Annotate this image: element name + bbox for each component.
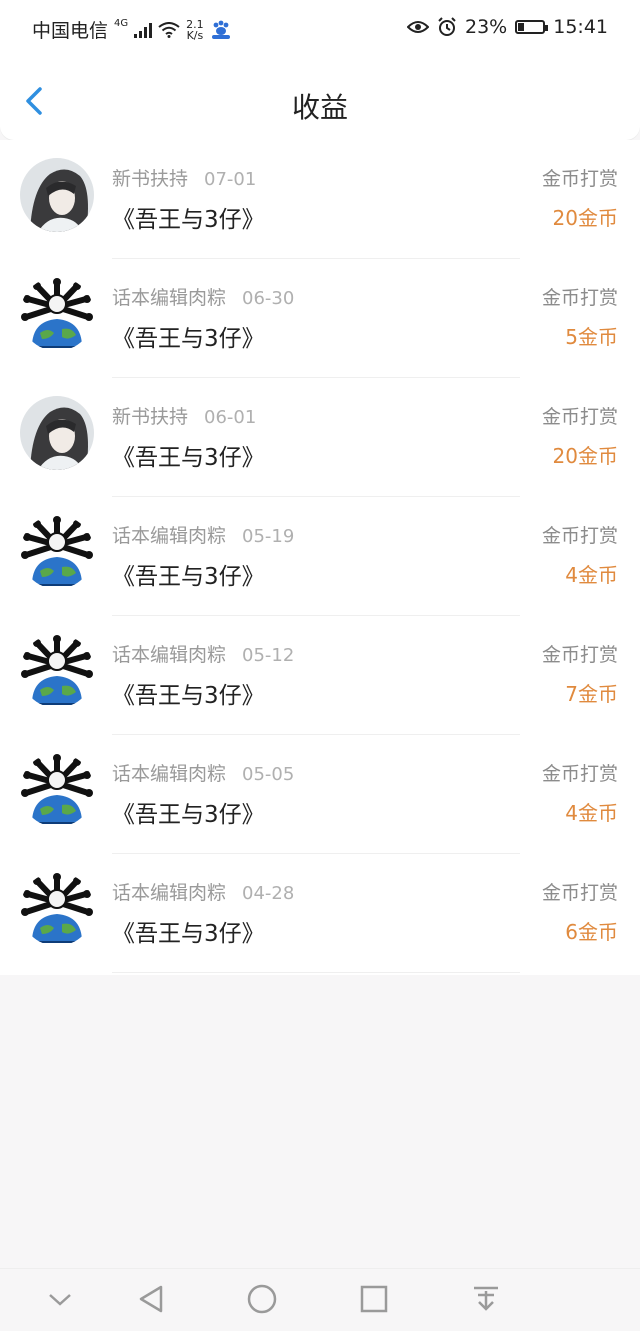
list-item[interactable]: 新书扶持 06-01 《吾王与3仔》 金币打赏 20金币 [0, 378, 640, 497]
earning-date: 06-30 [242, 288, 295, 309]
source-name: 新书扶持 [112, 168, 189, 190]
source-name: 话本编辑肉粽 [112, 882, 227, 904]
avatar [20, 158, 94, 232]
book-title: 《吾王与3仔》 [112, 921, 265, 947]
earning-date: 06-01 [204, 407, 257, 428]
earning-date: 05-05 [242, 764, 295, 785]
avatar [20, 634, 94, 708]
reward-type: 金币打赏 [541, 168, 618, 190]
speed-indicator: 2.1 K/s [186, 19, 204, 41]
earning-source: 话本编辑肉粽 04-28 [112, 878, 294, 905]
reward-type: 金币打赏 [541, 287, 618, 309]
reward-type: 金币打赏 [541, 644, 618, 666]
reward-amount: 7金币 [565, 682, 618, 706]
battery-percent: 23% [465, 16, 508, 38]
eye-icon [407, 21, 429, 33]
back-triangle-icon[interactable] [135, 1283, 167, 1315]
reward-type: 金币打赏 [541, 763, 618, 785]
top-app-bar: 收益 [0, 56, 640, 140]
status-left: 中国电信 4G 2.1 K/s [32, 16, 232, 43]
list-item[interactable]: 话本编辑肉粽 05-12 《吾王与3仔》 金币打赏 7金币 [0, 616, 640, 735]
earnings-list: 新书扶持 07-01 《吾王与3仔》 金币打赏 20金币 话本编辑肉粽 06-30 《吾王与3… [0, 140, 640, 975]
earning-date: 05-19 [242, 526, 295, 547]
earning-date: 04-28 [242, 883, 295, 904]
recents-square-icon[interactable] [358, 1283, 390, 1315]
download-arrow-icon[interactable] [470, 1283, 502, 1315]
source-name: 话本编辑肉粽 [112, 525, 227, 547]
book-title: 《吾王与3仔》 [112, 683, 265, 709]
divider [112, 972, 520, 973]
avatar [20, 396, 94, 470]
reward-amount: 20金币 [552, 206, 618, 230]
reward-amount: 6金币 [565, 920, 618, 944]
list-item[interactable]: 新书扶持 07-01 《吾王与3仔》 金币打赏 20金币 [0, 140, 640, 259]
earning-source: 话本编辑肉粽 05-19 [112, 521, 294, 548]
earning-date: 05-12 [242, 645, 295, 666]
page-title: 收益 [291, 91, 348, 124]
source-name: 话本编辑肉粽 [112, 287, 227, 309]
earning-date: 07-01 [204, 169, 257, 190]
source-name: 新书扶持 [112, 406, 189, 428]
avatar [20, 872, 94, 946]
reward-amount: 5金币 [565, 325, 618, 349]
signal-icon [134, 22, 153, 38]
list-item[interactable]: 话本编辑肉粽 05-05 《吾王与3仔》 金币打赏 4金币 [0, 735, 640, 854]
alarm-icon [438, 17, 456, 36]
reward-amount: 4金币 [565, 563, 618, 587]
source-name: 话本编辑肉粽 [112, 644, 227, 666]
clock-time: 15:41 [553, 16, 608, 38]
earning-source: 话本编辑肉粽 05-05 [112, 759, 294, 786]
earning-source: 新书扶持 06-01 [112, 402, 256, 429]
list-item[interactable]: 话本编辑肉粽 05-19 《吾王与3仔》 金币打赏 4金币 [0, 497, 640, 616]
status-bar: 中国电信 4G 2.1 K/s 23% 15:41 [0, 0, 640, 56]
list-item[interactable]: 话本编辑肉粽 06-30 《吾王与3仔》 金币打赏 5金币 [0, 259, 640, 378]
reward-amount: 20金币 [552, 444, 618, 468]
reward-type: 金币打赏 [541, 882, 618, 904]
reward-type: 金币打赏 [541, 525, 618, 547]
battery-icon [515, 20, 549, 34]
system-navigation-bar [0, 1268, 640, 1331]
earning-source: 话本编辑肉粽 06-30 [112, 283, 294, 310]
book-title: 《吾王与3仔》 [112, 326, 265, 352]
avatar [20, 515, 94, 589]
carrier-label: 中国电信 [32, 20, 109, 42]
source-name: 话本编辑肉粽 [112, 763, 227, 785]
avatar [20, 753, 94, 827]
reward-type: 金币打赏 [541, 406, 618, 428]
speed-unit: K/s [186, 28, 204, 42]
baidu-paw-icon [211, 20, 230, 39]
wifi-icon [158, 21, 180, 38]
avatar [20, 277, 94, 351]
home-circle-icon[interactable] [246, 1283, 278, 1315]
status-right: 23% 15:41 [407, 16, 608, 38]
book-title: 《吾王与3仔》 [112, 564, 265, 590]
list-item[interactable]: 话本编辑肉粽 04-28 《吾王与3仔》 金币打赏 6金币 [0, 854, 640, 973]
earning-source: 新书扶持 07-01 [112, 164, 256, 191]
network-label: 4G [114, 18, 129, 29]
chevron-down-icon[interactable] [44, 1283, 76, 1315]
reward-amount: 4金币 [565, 801, 618, 825]
book-title: 《吾王与3仔》 [112, 802, 265, 828]
book-title: 《吾王与3仔》 [112, 445, 265, 471]
book-title: 《吾王与3仔》 [112, 207, 265, 233]
earning-source: 话本编辑肉粽 05-12 [112, 640, 294, 667]
